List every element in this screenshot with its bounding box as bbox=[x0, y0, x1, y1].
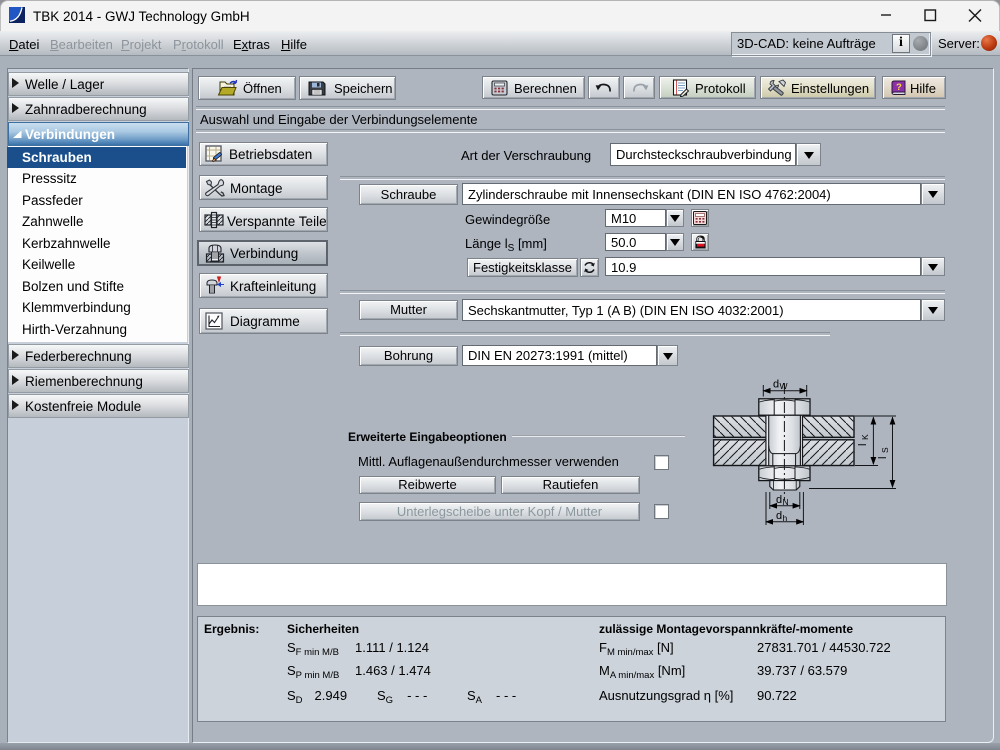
svg-text:N: N bbox=[783, 497, 789, 507]
svg-text:S: S bbox=[880, 447, 890, 453]
svg-text:K: K bbox=[860, 434, 870, 440]
svg-text:h: h bbox=[783, 513, 788, 523]
svg-text:?: ? bbox=[896, 82, 902, 93]
svg-text:l: l bbox=[857, 444, 869, 446]
svg-text:W: W bbox=[780, 381, 788, 391]
svg-text:d: d bbox=[773, 379, 779, 391]
svg-text:l: l bbox=[877, 457, 889, 459]
svg-text:d: d bbox=[776, 494, 782, 506]
svg-text:d: d bbox=[776, 510, 782, 522]
